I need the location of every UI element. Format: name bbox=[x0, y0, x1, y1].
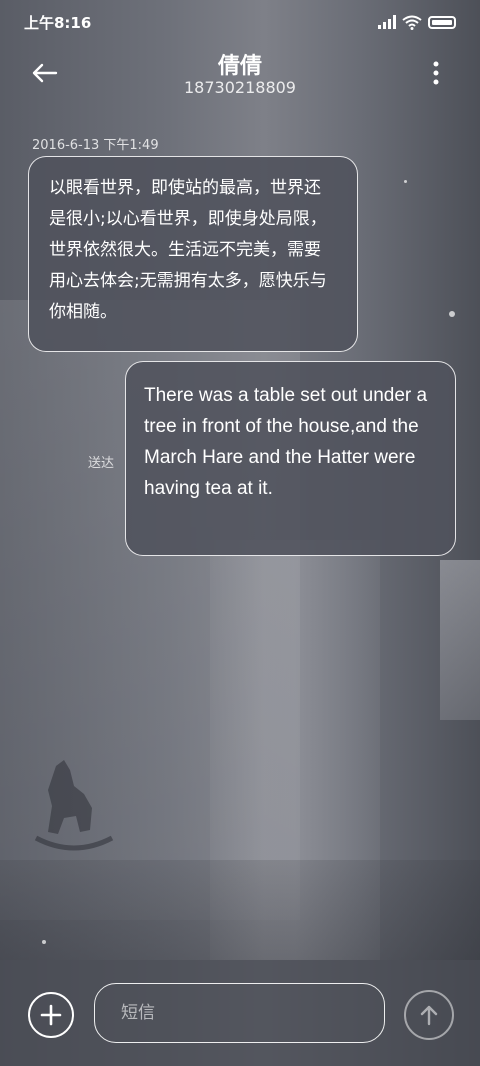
message-composer bbox=[0, 960, 480, 1066]
arrow-up-icon bbox=[420, 1005, 438, 1026]
background-rocking-horse bbox=[34, 760, 114, 851]
plus-icon bbox=[40, 1004, 62, 1026]
background-dot bbox=[404, 180, 407, 183]
background-floor bbox=[0, 860, 480, 960]
battery-icon bbox=[428, 15, 456, 29]
background-dot bbox=[42, 940, 46, 944]
outgoing-message-bubble[interactable]: There was a table set out under a tree i… bbox=[125, 361, 456, 556]
contact-number: 18730218809 bbox=[184, 78, 296, 97]
message-timestamp: 2016-6-13 下午1:49 bbox=[32, 138, 159, 153]
incoming-message-bubble[interactable]: 以眼看世界，即使站的最高，世界还是很小;以心看世界，即使身处局限，世界依然很大。… bbox=[28, 156, 358, 352]
contact-name: 倩倩 bbox=[217, 54, 262, 79]
delivery-status: 送达 bbox=[88, 456, 115, 471]
send-button[interactable] bbox=[404, 990, 454, 1040]
status-time: 上午8:16 bbox=[24, 13, 92, 32]
conversation-header: 倩倩 18730218809 bbox=[0, 44, 480, 104]
status-bar: 上午8:16 bbox=[0, 0, 480, 44]
signal-icon bbox=[378, 15, 396, 29]
add-attachment-button[interactable] bbox=[28, 992, 74, 1038]
message-input[interactable] bbox=[94, 983, 385, 1043]
background-dot bbox=[449, 311, 455, 317]
more-options-button[interactable] bbox=[424, 58, 448, 88]
status-icons bbox=[378, 15, 456, 30]
background-shelf bbox=[440, 560, 480, 720]
wifi-icon bbox=[402, 15, 422, 30]
